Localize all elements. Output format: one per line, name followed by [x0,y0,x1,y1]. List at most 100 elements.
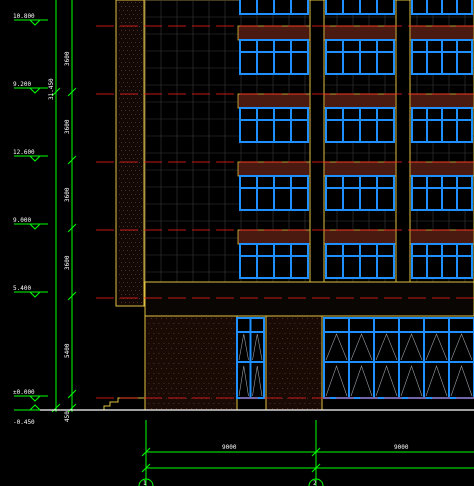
stipple-dot [304,393,306,394]
stipple-dot [274,333,276,334]
stipple-dot [139,98,140,99]
stipple-dot [137,238,138,239]
stipple-dot [317,358,318,359]
stipple-dot [304,343,306,344]
stipple-dot [123,10,124,11]
stipple-dot [123,130,124,131]
stipple-dot [125,198,126,199]
elevation-label-5: 5.400 [13,285,31,292]
stipple-dot [218,323,220,324]
stipple-dot [143,138,144,139]
stipple-dot [143,154,144,155]
stipple-dot [137,262,138,263]
stipple-dot [121,142,122,143]
stipple-dot [176,358,177,359]
stipple-dot [143,274,144,275]
spandrel-panel [409,25,474,41]
stipple-dot [284,393,286,394]
stipple-dot [274,343,276,344]
stipple-dot [287,328,288,329]
stipple-dot [123,42,124,43]
stipple-dot [133,158,134,159]
stipple-dot [131,98,132,99]
stipple-dot [166,358,167,359]
stipple-dot [143,82,144,83]
stipple-dot [181,338,182,339]
stipple-dot [143,202,144,203]
stipple-dot [129,134,130,135]
stipple-dot [309,333,311,334]
stipple-dot [269,403,271,404]
stipple-dot [127,226,128,227]
stipple-dot [309,383,311,384]
stipple-dot [287,358,288,359]
stipple-dot [216,318,217,319]
stipple-dot [141,70,142,71]
stipple-dot [123,186,124,187]
stipple-dot [176,318,177,319]
stipple-dot [274,403,276,404]
stipple-dot [279,353,281,354]
stipple-dot [119,50,120,51]
stipple-dot [141,110,142,111]
stipple-dot [139,58,140,59]
stipple-dot [208,363,210,364]
stipple-dot [208,323,210,324]
stipple-dot [191,368,192,369]
stipple-dot [119,42,120,43]
stipple-dot [148,353,150,354]
stipple-dot [153,323,155,324]
stipple-dot [139,218,140,219]
stipple-dot [119,266,120,267]
stipple-dot [279,323,281,324]
stipple-dot [141,46,142,47]
stipple-dot [121,254,122,255]
stipple-dot [211,348,212,349]
stipple-dot [121,182,122,183]
stipple-dot [123,226,124,227]
stipple-dot [119,98,120,99]
stipple-dot [129,70,130,71]
left-wall-column [115,0,145,307]
stipple-dot [137,302,138,303]
stipple-dot [226,368,227,369]
stipple-dot [166,348,167,349]
stipple-dot [161,358,162,359]
stipple-dot [236,408,237,409]
stipple-dot [203,373,205,374]
stipple-dot [129,30,130,31]
stipple-dot [139,194,140,195]
stipple-dot [139,50,140,51]
stipple-dot [158,393,160,394]
stipple-dot [121,198,122,199]
stipple-dot [129,158,130,159]
stipple-dot [312,388,313,389]
stipple-dot [304,383,306,384]
stipple-dot [137,294,138,295]
stipple-dot [317,408,318,409]
stipple-dot [139,234,140,235]
stipple-dot [216,378,217,379]
stipple-dot [125,70,126,71]
stipple-dot [133,286,134,287]
stipple-dot [294,403,296,404]
stipple-dot [151,348,152,349]
stipple-dot [213,353,215,354]
stipple-dot [143,90,144,91]
stipple-dot [304,363,306,364]
stipple-dot [121,22,122,23]
stipple-dot [277,348,278,349]
stipple-dot [314,403,316,404]
stipple-dot [188,393,190,394]
stipple-dot [211,328,212,329]
spandrel-panel [237,161,311,177]
stipple-dot [292,408,293,409]
stipple-dot [127,202,128,203]
stipple-dot [198,353,200,354]
stipple-dot [228,373,230,374]
stipple-dot [166,318,167,319]
stipple-dot [282,408,283,409]
stipple-dot [269,373,271,374]
stipple-dot [119,114,120,115]
stipple-dot [156,358,157,359]
